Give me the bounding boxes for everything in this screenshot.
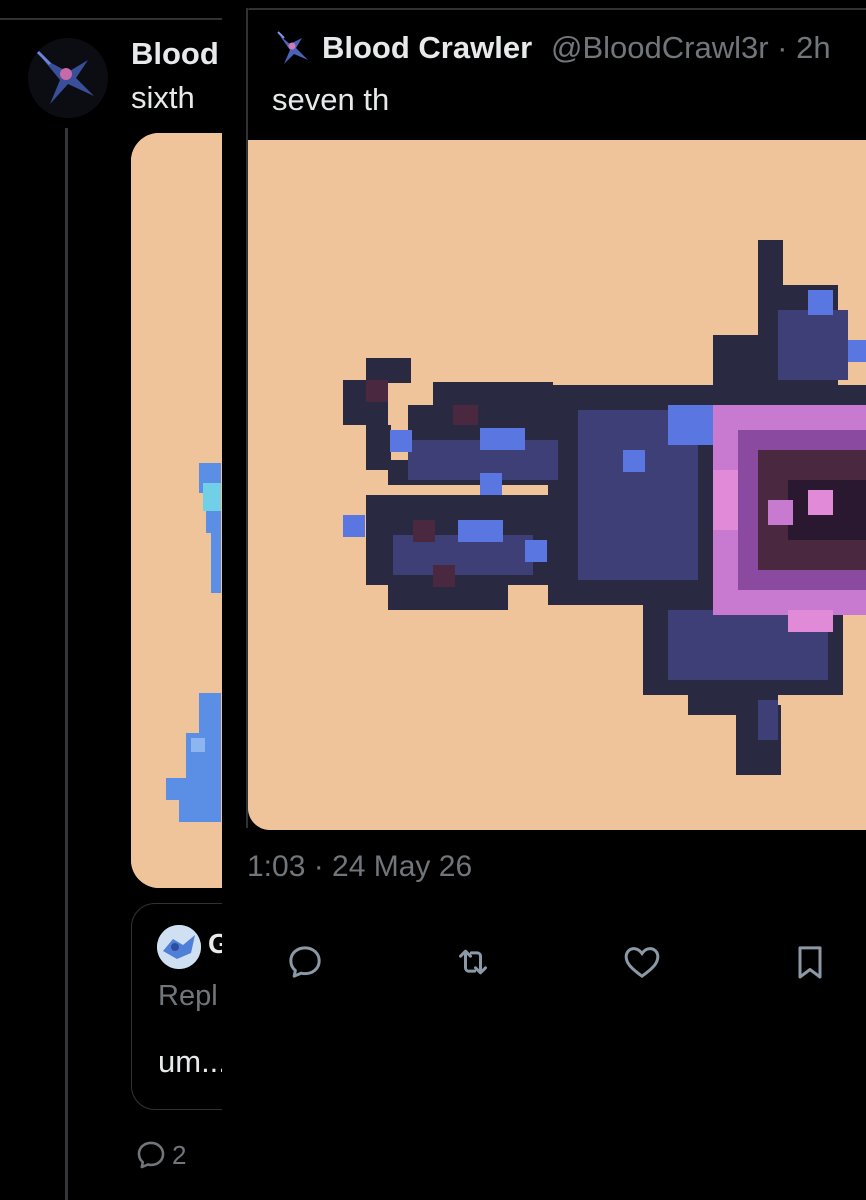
heart-icon (621, 942, 663, 982)
popup-post-text: seven th (272, 82, 390, 117)
avatar[interactable] (28, 38, 108, 118)
thread-connector-line (65, 128, 68, 1200)
reply-button[interactable]: 2 (134, 1125, 186, 1185)
quoted-reply-label: Repl (158, 980, 218, 1012)
popup-frame-top (248, 8, 866, 10)
reply-icon (285, 942, 325, 982)
post-text: sixth (131, 80, 195, 115)
popup-handle-time[interactable]: @BloodCrawl3r · 2h (551, 30, 831, 66)
popup-avatar[interactable] (276, 30, 314, 68)
bookmark-icon (790, 941, 830, 983)
popup-reply-button[interactable] (273, 930, 337, 994)
repost-icon (452, 942, 494, 982)
reply-icon (134, 1138, 168, 1172)
popup-repost-button[interactable] (441, 930, 505, 994)
top-divider (0, 18, 250, 20)
quoted-avatar[interactable] (157, 925, 201, 969)
popup-post-image[interactable] (248, 140, 866, 830)
popup-author-name[interactable]: Blood Crawler (322, 30, 532, 66)
reply-count: 2 (172, 1139, 187, 1170)
popup-timestamp[interactable]: 1:03 · 24 May 26 (247, 850, 472, 884)
popup-action-bar (248, 930, 866, 994)
popup-bookmark-button[interactable] (778, 930, 842, 994)
author-name[interactable]: Blood (131, 36, 219, 72)
popup-like-button[interactable] (610, 930, 674, 994)
